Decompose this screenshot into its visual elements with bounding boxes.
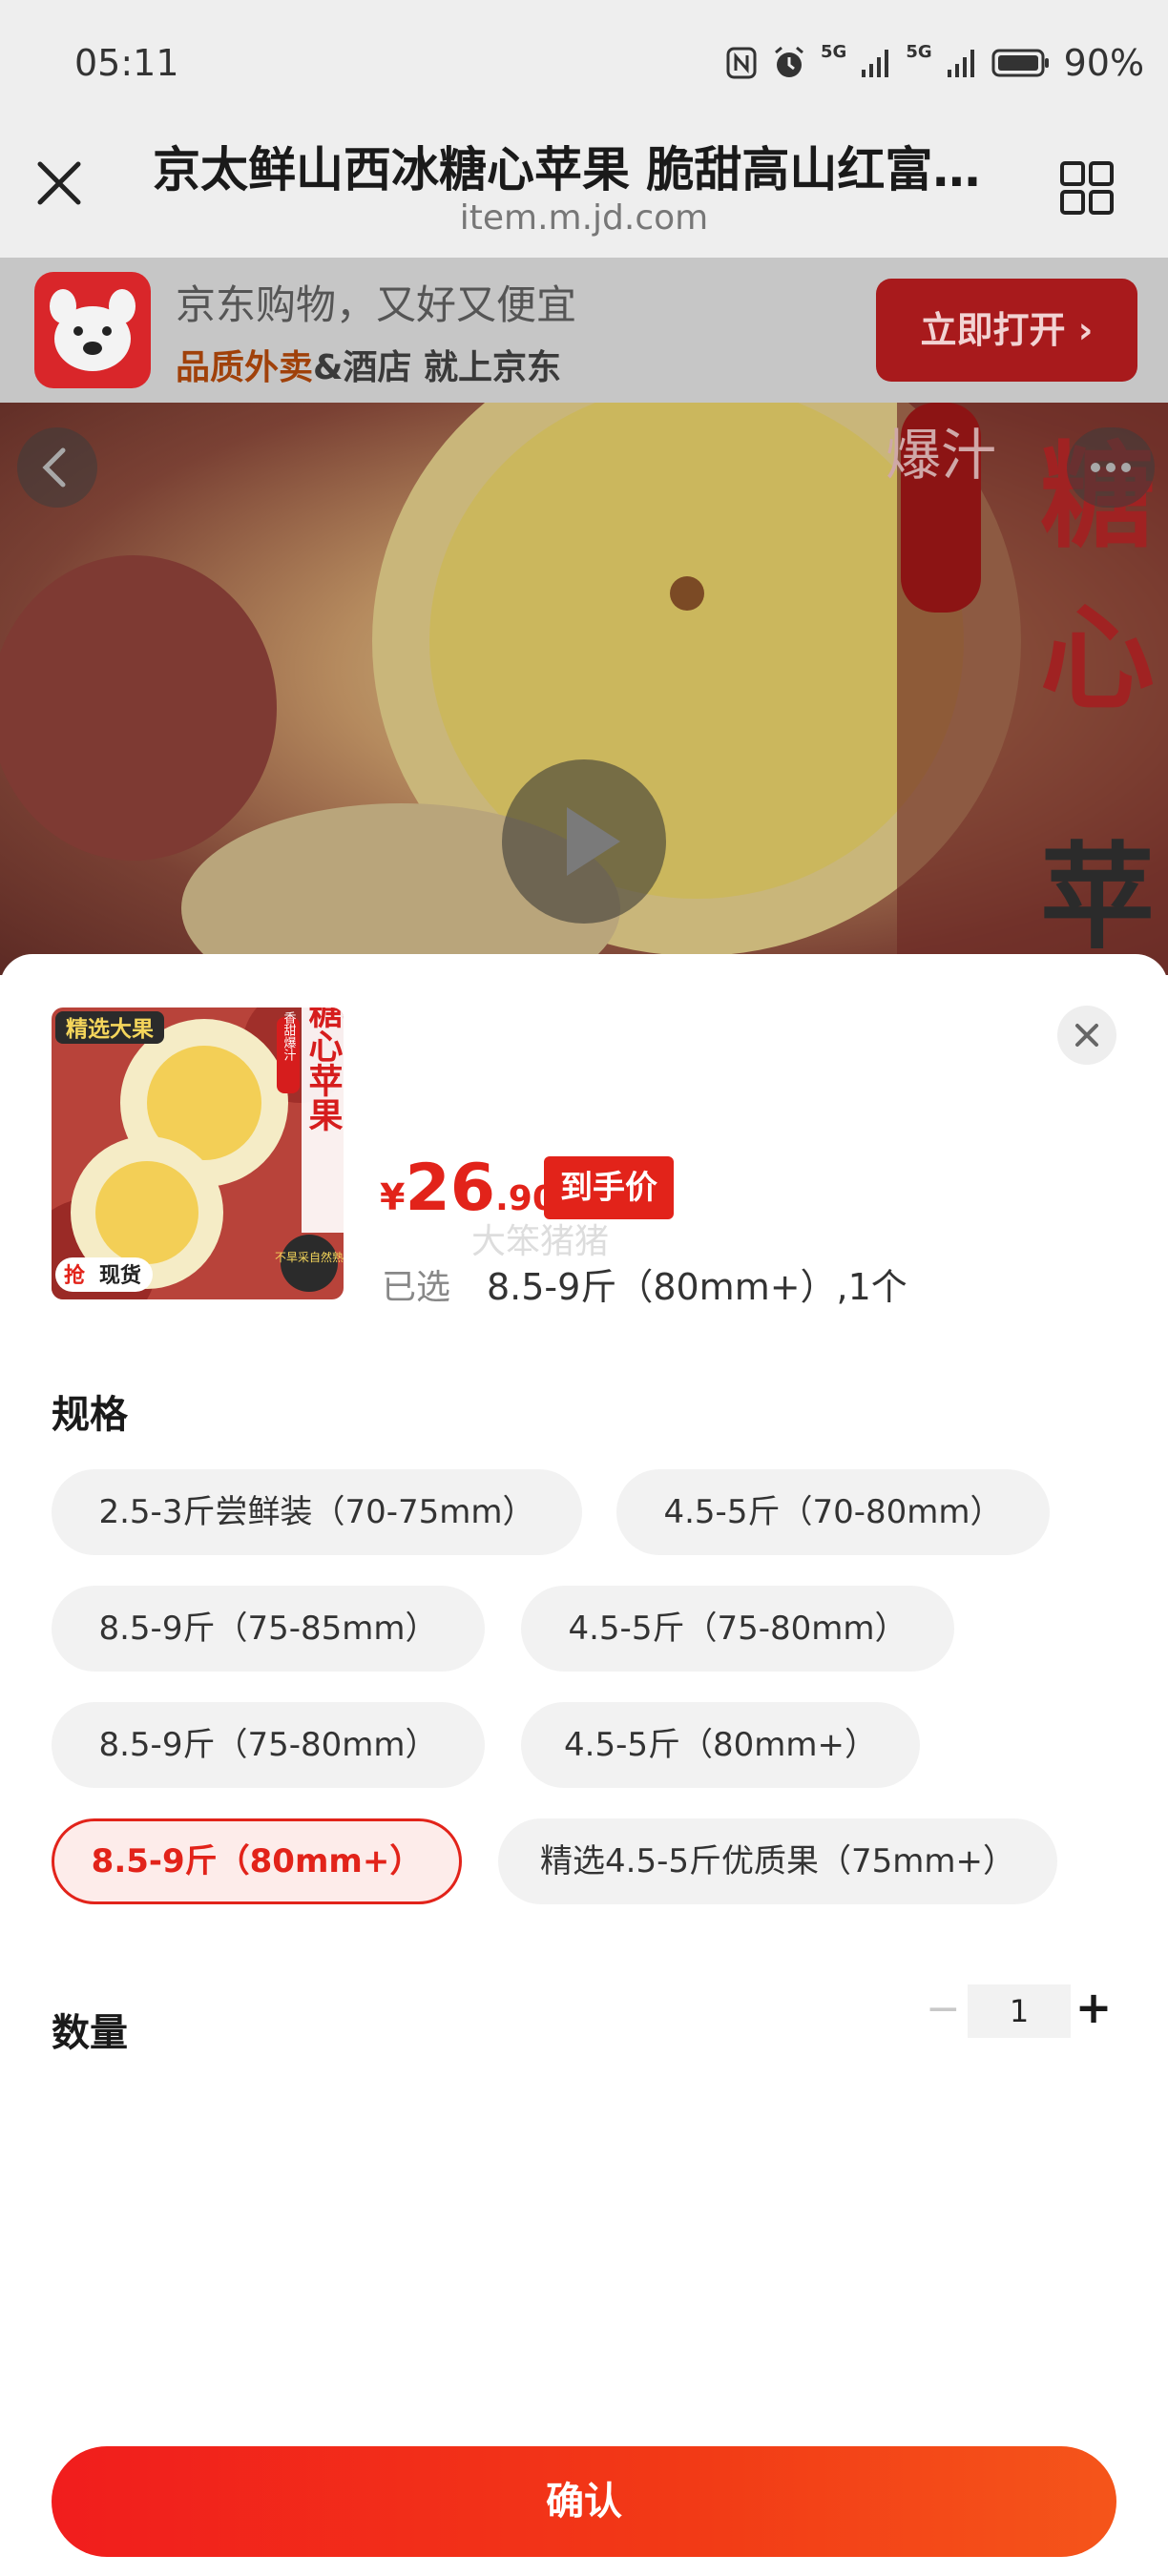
chevron-left-icon xyxy=(42,447,66,488)
spec-option[interactable]: 4.5-5斤（80mm+） xyxy=(521,1702,920,1788)
signal-2-label: 5G xyxy=(906,42,932,62)
sheet-close-button[interactable] xyxy=(1057,1006,1116,1065)
quantity-heading: 数量 xyxy=(52,2011,128,2055)
open-app-label: 立即打开 xyxy=(920,309,1066,351)
grid-menu-icon[interactable] xyxy=(1059,160,1115,216)
battery-icon xyxy=(991,49,1049,77)
selected-value: 8.5-9斤（80mm+）,1个 xyxy=(487,1266,907,1308)
battery-percent: 90% xyxy=(1063,42,1145,84)
banner-subline-highlight: 品质外卖 xyxy=(176,348,314,387)
spec-option-selected[interactable]: 8.5-9斤（80mm+） xyxy=(52,1818,462,1904)
price-tag-badge: 到手价 xyxy=(544,1156,674,1219)
selected-label: 已选 xyxy=(382,1268,451,1307)
spec-option[interactable]: 4.5-5斤（70-80mm） xyxy=(616,1469,1050,1555)
spec-option[interactable]: 4.5-5斤（75-80mm） xyxy=(521,1586,954,1672)
banner-subline-rest: &酒店 就上京东 xyxy=(313,348,561,387)
product-thumbnail: 精选大果 香甜爆汁 冰糖心苹果 不旱采自然熟 抢 现货 xyxy=(52,1008,344,1299)
signal-bars-2-icon xyxy=(947,50,974,77)
nfc-icon xyxy=(726,47,757,79)
play-video-button[interactable] xyxy=(502,759,666,924)
status-icons: 5G 5G 90% xyxy=(725,42,1144,84)
back-button[interactable] xyxy=(17,427,97,508)
quantity-increment-button[interactable]: + xyxy=(1073,1981,1115,2034)
overlay-text-juice: 爆汁 xyxy=(886,423,996,488)
thumb-title: 冰糖心苹果 xyxy=(303,1008,344,1132)
spec-option[interactable]: 8.5-9斤（75-80mm） xyxy=(52,1702,485,1788)
jd-app-logo xyxy=(34,272,151,388)
overlay-text-heart: 心 xyxy=(1040,593,1155,726)
more-dots-icon xyxy=(1091,463,1131,472)
page-title: 京太鲜山西冰糖心苹果 脆甜高山红富… xyxy=(153,142,981,197)
signal-bars-1-icon xyxy=(862,50,889,77)
watermark: 大笨猪猪 xyxy=(471,1222,610,1261)
page-domain: item.m.jd.com xyxy=(459,198,709,238)
thumb-stock-badge-1: 抢 xyxy=(64,1263,86,1288)
status-time: 05:11 xyxy=(74,42,179,84)
more-button[interactable] xyxy=(1067,427,1155,508)
spec-option[interactable]: 精选4.5-5斤优质果（75mm+） xyxy=(498,1818,1057,1904)
play-icon xyxy=(567,807,620,876)
close-icon xyxy=(1075,1024,1098,1047)
alarm-icon xyxy=(775,46,803,77)
chevron-right-icon: › xyxy=(1077,309,1094,351)
thumb-stock-badge-2: 现货 xyxy=(99,1263,141,1288)
quantity-decrement-button[interactable]: − xyxy=(926,1984,961,2034)
spec-option[interactable]: 8.5-9斤（75-85mm） xyxy=(52,1586,485,1672)
price-currency: ¥ xyxy=(380,1176,406,1218)
thumb-tag: 精选大果 xyxy=(66,1017,154,1042)
confirm-button[interactable]: 确认 xyxy=(52,2446,1116,2557)
quantity-input[interactable] xyxy=(968,1984,1071,2038)
spec-heading: 规格 xyxy=(52,1393,128,1437)
banner-slogan: 京东购物，又好又便宜 xyxy=(176,281,577,328)
jd-dog-icon xyxy=(50,289,136,371)
thumb-side-tag: 香甜爆汁 xyxy=(282,1011,297,1061)
signal-1-label: 5G xyxy=(821,42,847,62)
product-thumbnail-image: 精选大果 香甜爆汁 冰糖心苹果 不旱采自然熟 抢 现货 xyxy=(52,1008,344,1299)
spec-option[interactable]: 2.5-3斤尝鲜装（70-75mm） xyxy=(52,1469,582,1555)
overlay-text-apple: 苹 xyxy=(1040,832,1155,965)
banner-subline: 品质外卖&酒店 就上京东 xyxy=(176,340,561,389)
thumb-badge: 不旱采自然熟 xyxy=(275,1250,344,1264)
open-app-button[interactable]: 立即打开 › xyxy=(876,279,1137,382)
